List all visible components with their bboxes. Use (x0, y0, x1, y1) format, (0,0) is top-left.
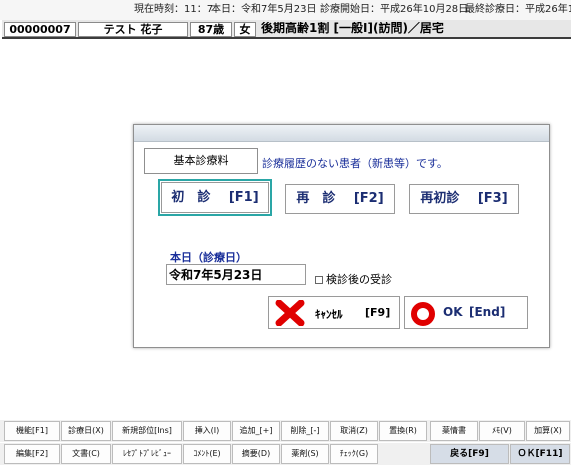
patient-bar: 00000007 テスト 花子 87歳 女 後期高齢1割 [一般Ⅰ](訪問)／居… (2, 20, 571, 39)
fkey-check[interactable]: ﾁｪｯｸ(G) (330, 444, 378, 464)
ok-circle-icon (411, 302, 435, 326)
re-first-visit-button[interactable]: 再初診 [F3] (409, 184, 519, 214)
patient-age: 87歳 (190, 22, 232, 37)
fkey-receipt-preview[interactable]: ﾚｾﾌﾟﾄﾌﾟﾚﾋﾞｭｰ (112, 444, 182, 464)
fkey-treatment-date[interactable]: 診療日(X) (61, 421, 111, 441)
cancel-x-icon (275, 300, 305, 326)
revisit-key: [F2] (353, 191, 384, 206)
function-key-bar-1: 機能[F1] 診療日(X) 新規部位[Ins] 挿入(I) 追加_[+] 削除_… (0, 420, 571, 442)
first-visit-button[interactable]: 初 診 [F1] (158, 179, 272, 216)
fkey-function[interactable]: 機能[F1] (4, 421, 60, 441)
fkey-medication[interactable]: 薬剤(S) (281, 444, 329, 464)
basic-fee-dialog: 基本診療料 診療履歴のない患者（新患等）です。 初 診 [F1] 再 診 [F2… (133, 124, 550, 348)
patient-id: 00000007 (4, 22, 76, 37)
patient-insurance: 後期高齢1割 [一般Ⅰ](訪問)／居宅 (261, 22, 444, 35)
fkey-cancel[interactable]: 取消(Z) (330, 421, 378, 441)
function-key-bar-2: 編集[F2] 文書(C) ﾚｾﾌﾟﾄﾌﾟﾚﾋﾞｭｰ ｺﾒﾝﾄ(E) 摘要(D) … (0, 443, 571, 465)
fkey-new-site[interactable]: 新規部位[Ins] (112, 421, 182, 441)
dialog-titlebar[interactable] (134, 125, 549, 142)
new-patient-message: 診療履歴のない患者（新患等）です。 (262, 157, 448, 170)
basic-fee-label: 基本診療料 (144, 148, 258, 174)
ok-f11-button[interactable]: ＯＫ[F11] (510, 444, 570, 464)
ok-button[interactable]: OK [End] (404, 296, 528, 329)
fkey-addition[interactable]: 加算(X) (526, 421, 570, 441)
re-first-visit-label: 再初診 (420, 191, 460, 206)
patient-sex: 女 (234, 22, 256, 37)
checkbox-box[interactable] (315, 276, 323, 284)
cancel-label: ｷｬﾝｾﾙ (315, 308, 343, 321)
fkey-delete[interactable]: 削除_[-] (281, 421, 329, 441)
fkey-edit[interactable]: 編集[F2] (4, 444, 60, 464)
today-date: 本日：令和7年5月23日 (211, 4, 317, 15)
last-treatment-date: 最終診療日：平成26年10 (465, 4, 571, 15)
cancel-button[interactable]: ｷｬﾝｾﾙ [F9] (268, 296, 400, 329)
fkey-document[interactable]: 文書(C) (61, 444, 111, 464)
first-visit-label: 初 診 (171, 190, 211, 205)
status-line: 現在時刻：11：7 本日：令和7年5月23日 診療開始日：平成26年10月28日… (0, 0, 571, 20)
fkey-memo[interactable]: ﾒﾓ(V) (479, 421, 525, 441)
fkey-drug-info[interactable]: 薬情書 (430, 421, 478, 441)
revisit-label: 再 診 (296, 191, 336, 206)
post-checkup-checkbox[interactable]: 検診後の受診 (315, 271, 392, 287)
post-checkup-label: 検診後の受診 (326, 273, 392, 286)
patient-name: テスト 花子 (78, 22, 188, 37)
treatment-date-caption: 本日（診療日） (170, 251, 247, 264)
treatment-start-date: 診療開始日：平成26年10月28日 (320, 4, 469, 15)
back-button[interactable]: 戻る[F9] (430, 444, 509, 464)
cancel-key: [F9] (365, 306, 391, 319)
ok-key: [End] (469, 305, 506, 319)
treatment-date-input[interactable] (166, 264, 306, 285)
current-time: 現在時刻：11：7 (134, 4, 214, 15)
revisit-button[interactable]: 再 診 [F2] (285, 184, 395, 214)
ok-label: OK (443, 305, 463, 319)
fkey-summary[interactable]: 摘要(D) (232, 444, 280, 464)
re-first-visit-key: [F3] (477, 191, 508, 206)
fkey-replace[interactable]: 置換(R) (379, 421, 427, 441)
fkey-comment[interactable]: ｺﾒﾝﾄ(E) (183, 444, 231, 464)
fkey-add[interactable]: 追加_[+] (232, 421, 280, 441)
fkey-insert[interactable]: 挿入(I) (183, 421, 231, 441)
first-visit-key: [F1] (228, 190, 259, 205)
